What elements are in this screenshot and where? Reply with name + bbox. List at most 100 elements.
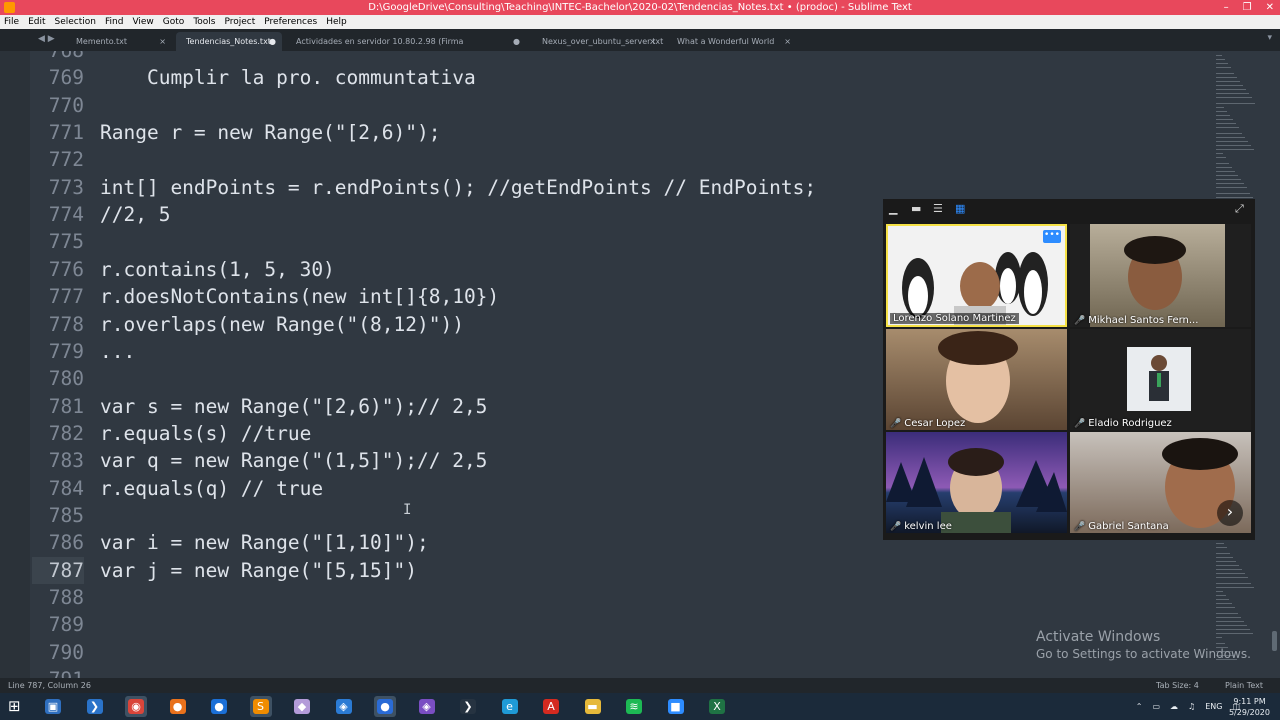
- maps-icon[interactable]: ●: [374, 696, 396, 717]
- menu-file[interactable]: File: [4, 15, 19, 29]
- syntax-mode[interactable]: Plain Text: [1225, 678, 1263, 693]
- code-line[interactable]: 788: [32, 584, 100, 611]
- code-line[interactable]: 781 var s = new Range("[2,6)");// 2,5: [32, 393, 488, 420]
- cursor-position[interactable]: Line 787, Column 26: [8, 678, 91, 693]
- line-text[interactable]: r.equals(s) //true: [100, 422, 311, 445]
- line-text[interactable]: var i = new Range("[1,10]");: [100, 531, 429, 554]
- files-app-icon[interactable]: ▣: [42, 696, 64, 717]
- tab-nav-arrows[interactable]: ◀ ▶: [38, 34, 55, 44]
- tray-item[interactable]: ⌃: [1136, 693, 1143, 720]
- code-line[interactable]: 776 r.contains(1, 5, 30): [32, 256, 335, 283]
- line-text[interactable]: r.doesNotContains(new int[]{8,10}): [100, 285, 499, 308]
- participant-tile[interactable]: › 🎤 Gabriel Santana: [1070, 432, 1251, 533]
- code-line[interactable]: 771 Range r = new Range("[2,6)");: [32, 119, 441, 146]
- line-text[interactable]: Cumplir la pro. communtativa: [100, 66, 476, 89]
- code-line[interactable]: 774 //2, 5: [32, 201, 171, 228]
- code-line[interactable]: 768: [32, 51, 100, 64]
- code-line[interactable]: 783 var q = new Range("(1,5]");// 2,5: [32, 447, 488, 474]
- line-text[interactable]: //2, 5: [100, 203, 170, 226]
- zoom-icon[interactable]: ■: [665, 696, 687, 717]
- scrollbar-thumb[interactable]: [1272, 631, 1277, 651]
- tab-dirty-icon[interactable]: ●: [513, 32, 520, 51]
- menu-preferences[interactable]: Preferences: [264, 15, 317, 29]
- code-line[interactable]: 789: [32, 611, 100, 638]
- participant-tile[interactable]: 🎤 Cesar Lopez: [886, 329, 1067, 430]
- tray-item[interactable]: ENG: [1205, 693, 1222, 720]
- chrome-icon[interactable]: ◉: [125, 696, 147, 717]
- next-page-button[interactable]: ›: [1217, 500, 1243, 526]
- tab-close-icon[interactable]: ×: [649, 32, 656, 51]
- menu-help[interactable]: Help: [326, 15, 347, 29]
- editor[interactable]: 768769 Cumplir la pro. communtativa77077…: [0, 51, 1280, 678]
- code-line[interactable]: 785: [32, 502, 100, 529]
- participant-tile[interactable]: 🎤 Mikhael Santos Fern...: [1070, 224, 1251, 327]
- minimize-button[interactable]: –: [1224, 0, 1229, 15]
- tab-size[interactable]: Tab Size: 4: [1156, 678, 1199, 693]
- terminal-icon[interactable]: ❯: [457, 696, 479, 717]
- line-text[interactable]: int[] endPoints = r.endPoints(); //getEn…: [100, 176, 816, 199]
- windows-start-icon[interactable]: ⊞: [8, 698, 26, 715]
- code-line[interactable]: 773 int[] endPoints = r.endPoints(); //ge…: [32, 174, 816, 201]
- menu-edit[interactable]: Edit: [28, 15, 45, 29]
- visual-studio-icon[interactable]: ◈: [416, 696, 438, 717]
- more-options-icon[interactable]: •••: [1043, 230, 1061, 243]
- minimize-icon[interactable]: ▁: [889, 202, 897, 215]
- line-text[interactable]: Range r = new Range("[2,6)");: [100, 121, 440, 144]
- participant-tile[interactable]: 🎤 kelvin lee: [886, 432, 1067, 533]
- firefox-dev-icon[interactable]: ●: [208, 696, 230, 717]
- line-text[interactable]: ...: [100, 340, 135, 363]
- code-line[interactable]: 780: [32, 365, 100, 392]
- code-line[interactable]: 791: [32, 666, 100, 678]
- git-icon[interactable]: ◆: [291, 696, 313, 717]
- tab-close-icon[interactable]: ×: [784, 32, 791, 51]
- code-line[interactable]: 782 r.equals(s) //true: [32, 420, 312, 447]
- maximize-button[interactable]: ❐: [1243, 0, 1252, 15]
- edge-icon[interactable]: e: [499, 696, 521, 717]
- line-text[interactable]: r.contains(1, 5, 30): [100, 258, 335, 281]
- code-line[interactable]: 769 Cumplir la pro. communtativa: [32, 64, 476, 91]
- menu-tools[interactable]: Tools: [193, 15, 215, 29]
- tab-nexus[interactable]: Nexus_over_ubuntu_server.txt ×: [532, 32, 663, 51]
- menu-find[interactable]: Find: [105, 15, 123, 29]
- line-text[interactable]: r.overlaps(new Range("(8,12)")): [100, 313, 464, 336]
- powershell-icon[interactable]: ❯: [84, 696, 106, 717]
- tab-list-chevron-icon[interactable]: ▾: [1267, 33, 1272, 43]
- menu-project[interactable]: Project: [224, 15, 255, 29]
- code-line[interactable]: 770: [32, 92, 100, 119]
- code-line[interactable]: 778 r.overlaps(new Range("(8,12)")): [32, 311, 464, 338]
- code-line[interactable]: 777 r.doesNotContains(new int[]{8,10}): [32, 283, 499, 310]
- excel-icon[interactable]: X: [706, 696, 728, 717]
- tab-tendencias-notes[interactable]: Tendencias_Notes.txt ●: [176, 32, 282, 51]
- clock[interactable]: 9:11 PM 5/29/2020: [1229, 696, 1270, 718]
- tab-memento[interactable]: Memento.txt ×: [66, 32, 172, 51]
- close-button[interactable]: ✕: [1266, 0, 1274, 15]
- sublime-icon[interactable]: S: [249, 696, 272, 717]
- explorer-icon[interactable]: ▬: [582, 696, 604, 717]
- tab-close-icon[interactable]: ×: [159, 32, 166, 51]
- code-line[interactable]: 772: [32, 146, 100, 173]
- tray-item[interactable]: ▭: [1152, 693, 1160, 720]
- code-line[interactable]: 784 r.equals(q) // true: [32, 475, 323, 502]
- participant-tile[interactable]: ••• Lorenzo Solano Martinez: [886, 224, 1067, 327]
- speaker-view-icon[interactable]: ▬: [911, 202, 921, 215]
- code-line[interactable]: 775: [32, 228, 100, 255]
- vscode-icon[interactable]: ◈: [333, 696, 355, 717]
- tray-item[interactable]: ♫: [1188, 693, 1195, 720]
- code-line[interactable]: 787 var j = new Range("[5,15]"): [32, 556, 417, 584]
- menu-selection[interactable]: Selection: [55, 15, 96, 29]
- acrobat-icon[interactable]: A: [540, 696, 562, 717]
- firefox-icon[interactable]: ●: [167, 696, 189, 717]
- line-text[interactable]: var j = new Range("[5,15]"): [100, 559, 417, 582]
- gallery-view-icon[interactable]: ▦: [955, 202, 965, 215]
- line-text[interactable]: r.equals(q) // true: [100, 477, 323, 500]
- tray-item[interactable]: ☁: [1170, 693, 1178, 720]
- line-text[interactable]: var s = new Range("[2,6)");// 2,5: [100, 395, 487, 418]
- code-line[interactable]: 790: [32, 639, 100, 666]
- code-line[interactable]: 779...: [32, 338, 135, 365]
- spotify-icon[interactable]: ≋: [623, 696, 645, 717]
- tab-dirty-icon[interactable]: ●: [269, 32, 276, 51]
- menu-goto[interactable]: Goto: [163, 15, 185, 29]
- tab-actividades[interactable]: Actividades en servidor 10.80.2.98 (Firm…: [286, 32, 526, 51]
- menu-view[interactable]: View: [132, 15, 153, 29]
- zoom-gallery-panel[interactable]: ▁ ▬ ☰ ▦ ⤢ ••• Lorenzo Solano Martinez 🎤 …: [883, 199, 1255, 540]
